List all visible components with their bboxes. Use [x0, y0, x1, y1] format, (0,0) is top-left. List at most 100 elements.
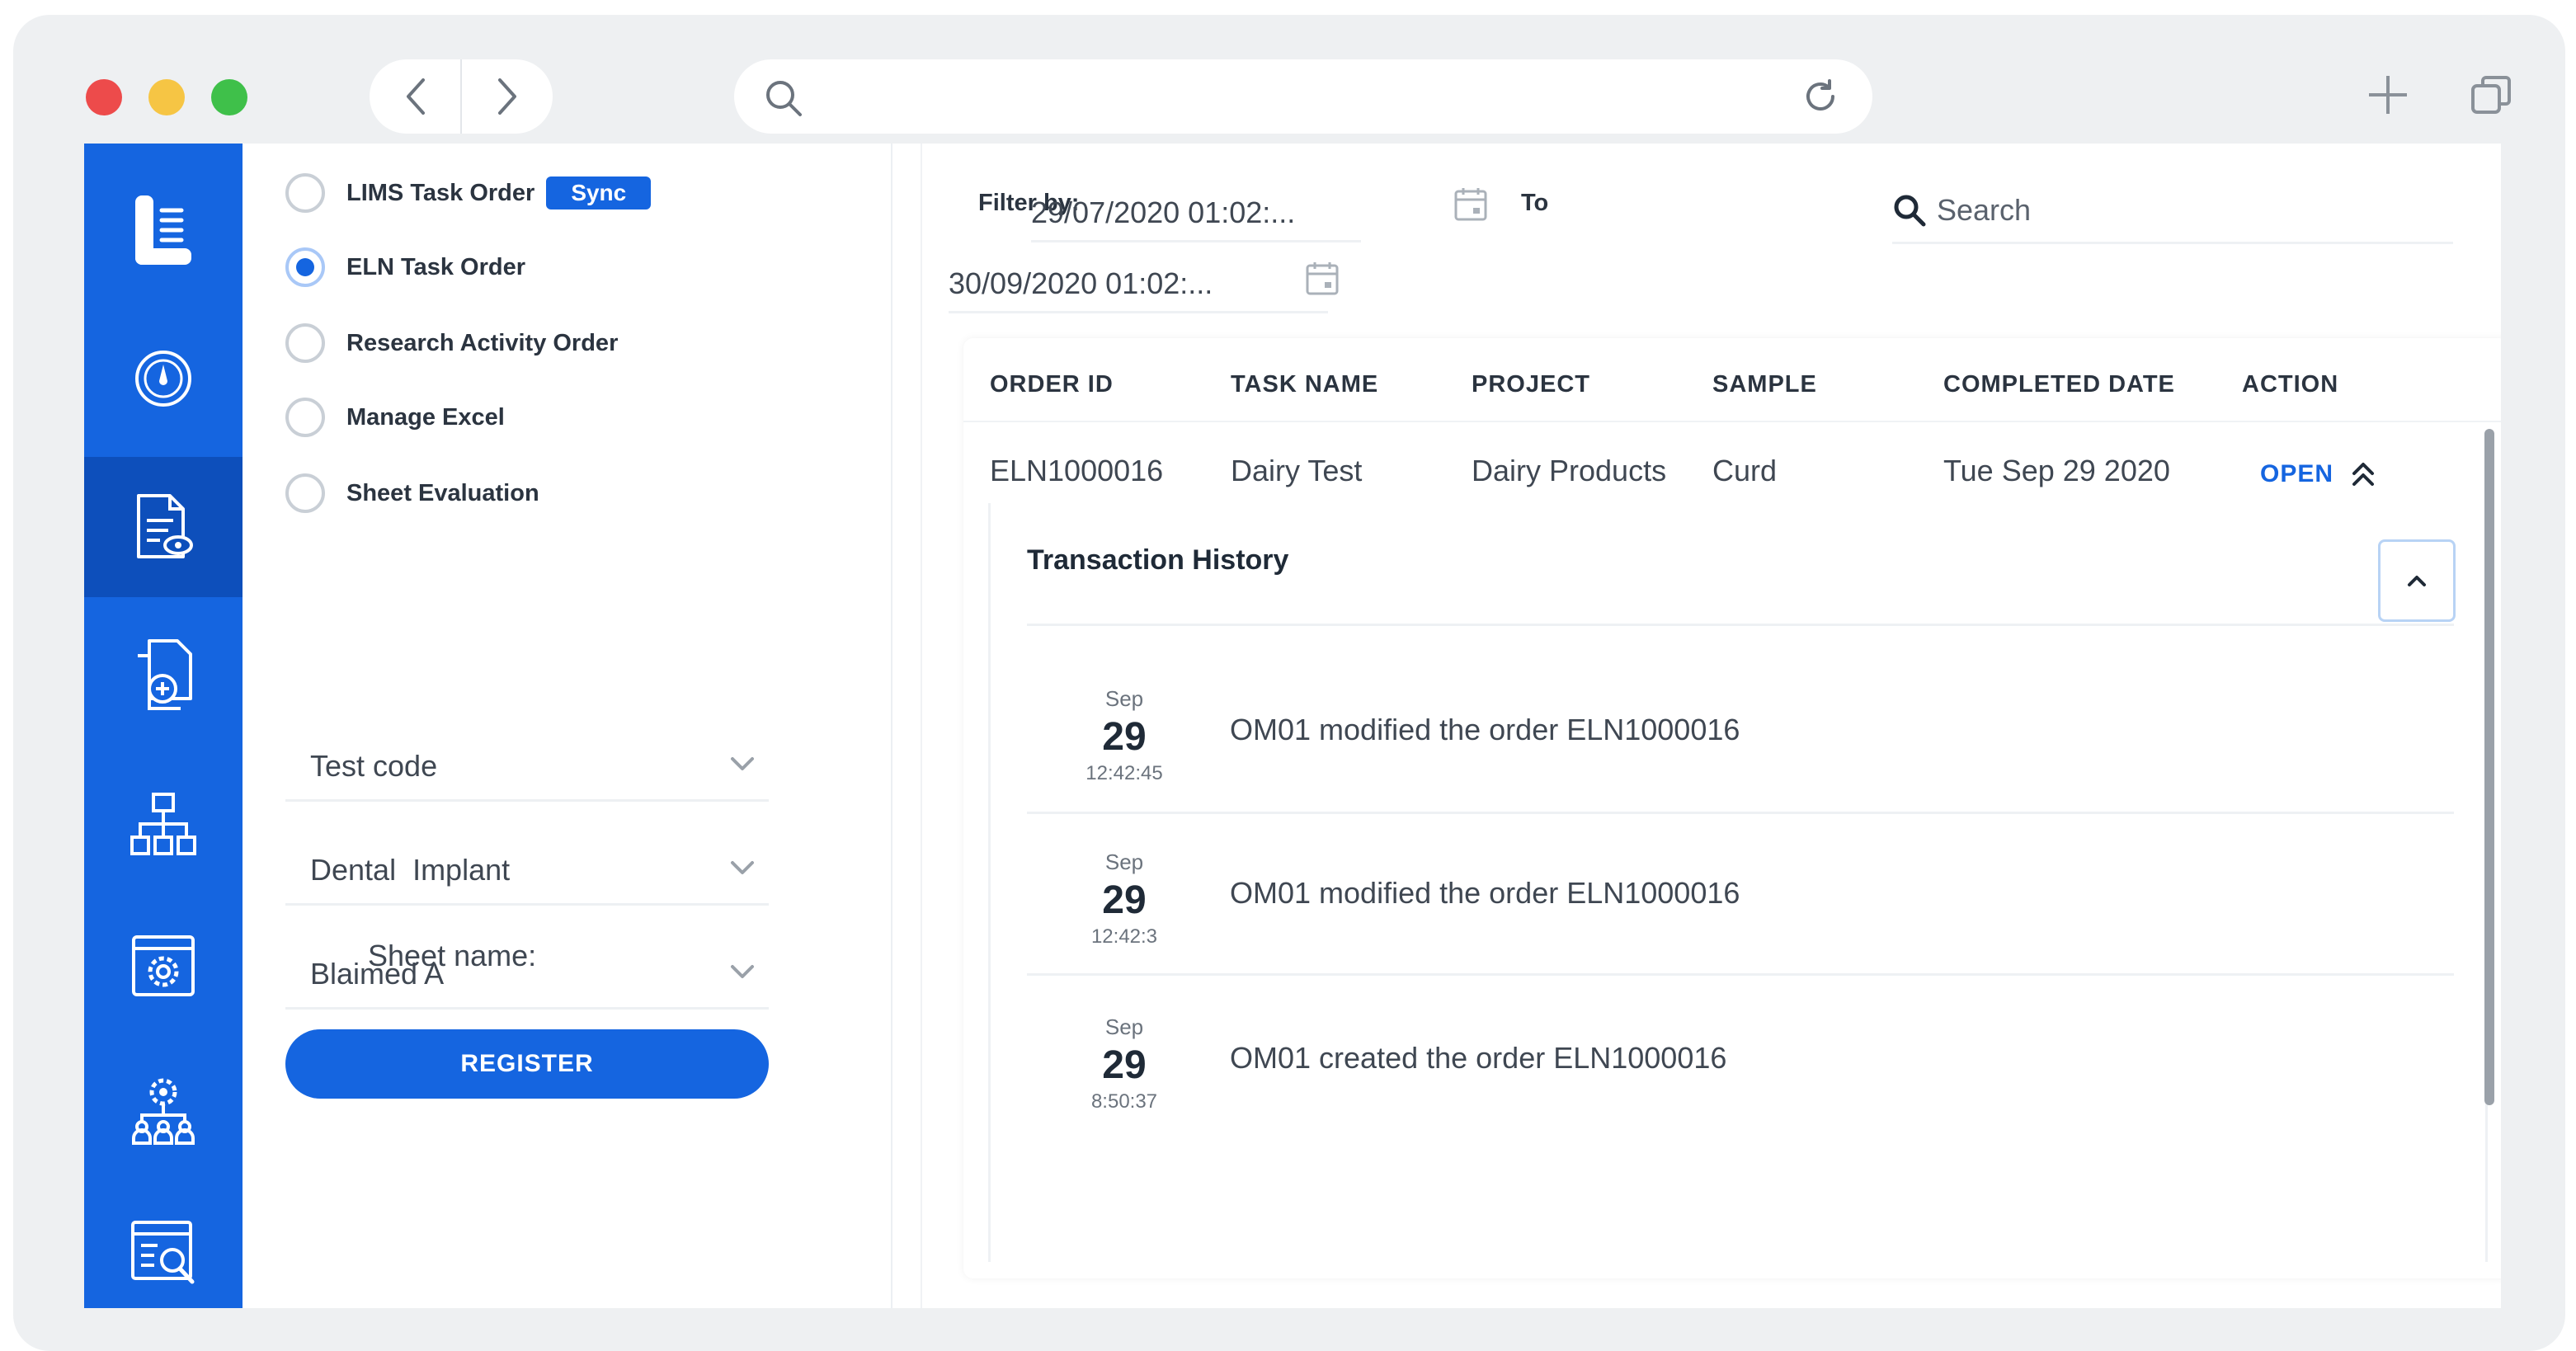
team-settings-icon — [132, 1078, 195, 1145]
hierarchy-icon — [130, 793, 196, 855]
radio-label: LIMS Task Order — [346, 179, 535, 206]
chevron-up-icon — [2408, 576, 2426, 586]
divider — [921, 144, 922, 1308]
event-text: OM01 created the order ELN1000016 — [1230, 1041, 1727, 1075]
cell-project: Dairy Products — [1472, 454, 1667, 487]
rail-item-home[interactable] — [84, 160, 243, 300]
rail-item-new-document[interactable] — [84, 605, 243, 746]
select-value: Dental Implant — [310, 852, 511, 887]
minimize-window-button[interactable] — [148, 79, 185, 115]
rail-item-search-reports[interactable] — [84, 1183, 243, 1308]
radio-button[interactable] — [285, 398, 325, 437]
main-content: Filter by: 29/07/2020 01:02:... To 30/09… — [892, 144, 2501, 1308]
logo-list-icon — [135, 195, 191, 265]
cell-sample: Curd — [1712, 454, 1778, 487]
calendar-icon[interactable] — [1453, 186, 1488, 223]
double-chevron-up-icon[interactable] — [2351, 460, 2376, 488]
sync-button[interactable]: Sync — [546, 177, 652, 209]
history-divider — [1027, 812, 2454, 814]
rail-item-orders[interactable] — [84, 457, 243, 597]
transaction-history: Transaction History Sep 29 12:42:45 OM01… — [988, 503, 2488, 1262]
history-nav — [370, 59, 553, 134]
chevron-right-icon — [497, 78, 516, 115]
event-month: Sep — [1104, 1014, 1144, 1039]
history-divider — [1027, 624, 2454, 626]
cell-completed-date: Tue Sep 29 2020 — [1943, 454, 2170, 487]
cell-order-id: ELN1000016 — [990, 454, 1164, 487]
app-window: LIMS Task Order Sync ELN Task Order Rese… — [84, 144, 2501, 1308]
event-month: Sep — [1104, 850, 1144, 874]
column-header-order-id: ORDER ID — [990, 371, 1114, 398]
radio-manage-excel[interactable]: Manage Excel — [285, 393, 505, 442]
from-date-value: 29/07/2020 01:02:... — [1031, 195, 1296, 229]
radio-lims-task-order[interactable]: LIMS Task Order Sync — [285, 168, 652, 218]
close-window-button[interactable] — [86, 79, 122, 115]
column-header-action: ACTION — [2242, 371, 2339, 398]
history-collapse-button[interactable] — [2378, 539, 2456, 622]
event-day: 29 — [1102, 715, 1147, 759]
history-divider — [1027, 973, 2454, 976]
address-input[interactable] — [817, 76, 1749, 117]
chevron-left-icon — [406, 78, 425, 115]
forward-button[interactable] — [461, 59, 553, 134]
search-report-icon — [131, 1221, 195, 1284]
dashboard-gauge-icon — [135, 351, 191, 407]
column-header-project: PROJECT — [1472, 371, 1590, 398]
reload-icon[interactable] — [1801, 78, 1839, 115]
event-month: Sep — [1104, 686, 1144, 711]
event-day: 29 — [1102, 878, 1147, 922]
select-value: Test code — [310, 748, 438, 783]
calendar-icon[interactable] — [1305, 261, 1340, 297]
event-day: 29 — [1102, 1043, 1147, 1087]
sheet-name-label: Sheet name: — [368, 939, 537, 972]
radio-label: Manage Excel — [346, 403, 505, 431]
back-button[interactable] — [370, 59, 461, 134]
radio-eln-task-order[interactable]: ELN Task Order — [285, 242, 525, 292]
rail-item-dashboard[interactable] — [84, 308, 243, 449]
scrollbar[interactable] — [2484, 429, 2494, 1105]
address-bar[interactable] — [734, 59, 1872, 134]
radio-button-selected[interactable] — [285, 247, 325, 287]
radio-button[interactable] — [285, 473, 325, 513]
tabs-overview-icon[interactable] — [2470, 74, 2512, 117]
column-header-completed-date: COMPLETED DATE — [1943, 371, 2175, 398]
chevron-down-icon — [731, 757, 754, 770]
orders-table: ORDER ID TASK NAME PROJECT SAMPLE COMPLE… — [963, 338, 2501, 1278]
event-time: 12:42:45 — [1085, 762, 1163, 784]
search-input[interactable] — [1937, 190, 2432, 231]
radio-label: Research Activity Order — [346, 329, 619, 356]
rail-item-team[interactable] — [84, 1041, 243, 1181]
to-label: To — [1521, 190, 1549, 216]
radio-button[interactable] — [285, 173, 325, 213]
search-icon — [1894, 195, 1926, 227]
register-button[interactable]: REGISTER — [285, 1029, 769, 1099]
radio-sheet-evaluation[interactable]: Sheet Evaluation — [285, 468, 539, 518]
rail-item-settings[interactable] — [84, 896, 243, 1036]
rail-item-hierarchy[interactable] — [84, 754, 243, 894]
project-select[interactable]: Dental Implant — [285, 836, 769, 906]
from-date-field[interactable]: 29/07/2020 01:02:... — [1031, 185, 1361, 242]
radio-button[interactable] — [285, 323, 325, 363]
to-date-field[interactable]: 30/09/2020 01:02:... — [949, 256, 1328, 313]
order-type-panel: LIMS Task Order Sync ELN Task Order Rese… — [243, 144, 892, 1308]
column-header-sample: SAMPLE — [1712, 371, 1817, 398]
header-divider — [963, 421, 2501, 422]
chevron-down-icon — [731, 861, 754, 874]
radio-label: ELN Task Order — [346, 253, 526, 280]
open-order-link[interactable]: OPEN — [2260, 460, 2333, 488]
radio-research-activity-order[interactable]: Research Activity Order — [285, 318, 618, 368]
event-time: 8:50:37 — [1090, 1090, 1158, 1113]
to-date-value: 30/09/2020 01:02:... — [949, 266, 1213, 300]
maximize-window-button[interactable] — [211, 79, 247, 115]
side-rail — [84, 144, 243, 1308]
document-add-icon — [138, 639, 192, 710]
event-text: OM01 modified the order ELN1000016 — [1230, 713, 1740, 746]
event-text: OM01 modified the order ELN1000016 — [1230, 876, 1740, 910]
search-box[interactable] — [1892, 180, 2453, 244]
test-code-select[interactable]: Test code — [285, 732, 769, 802]
search-icon — [766, 81, 802, 116]
new-tab-icon[interactable] — [2366, 73, 2410, 117]
radio-label: Sheet Evaluation — [346, 479, 539, 506]
history-title: Transaction History — [1027, 544, 1289, 576]
settings-window-icon — [132, 935, 195, 996]
